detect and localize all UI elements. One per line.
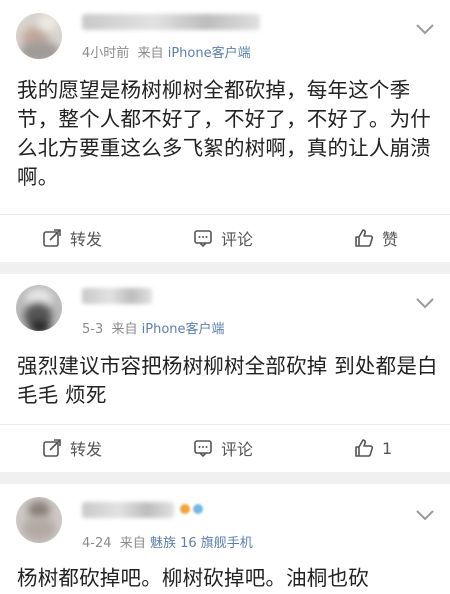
repost-label: 转发 [70, 440, 103, 459]
source-prefix: 来自 [119, 536, 146, 551]
comment-label: 评论 [221, 230, 254, 249]
repost-button[interactable]: 转发 [42, 218, 102, 258]
divider [0, 214, 450, 215]
comment-label: 评论 [221, 440, 254, 459]
action-bar: 转发 评论 赞 [0, 218, 450, 258]
chevron-down-icon[interactable] [414, 508, 436, 522]
like-count: 1 [382, 438, 393, 458]
post-time: 4-24 [82, 536, 112, 551]
avatar[interactable] [16, 285, 62, 331]
comment-button[interactable]: 评论 [193, 428, 253, 468]
like-button[interactable]: 赞 [354, 218, 398, 258]
username-blurred[interactable] [82, 288, 152, 304]
comment-button[interactable]: 评论 [193, 218, 253, 258]
avatar[interactable] [16, 13, 62, 59]
divider [0, 424, 450, 425]
comment-text: 我的愿望是杨树柳树全都砍掉，每年这个季节，整个人都不好了，不好了，不好了。为什么… [17, 78, 431, 189]
comment-icon [194, 440, 212, 458]
comment-card: 4-24 来自 魅族 16 旗舰手机 杨树都砍掉吧。柳树砍掉吧。油桐也砍 [0, 484, 450, 594]
like-icon [355, 229, 374, 247]
post-time: 5-3 [82, 322, 104, 337]
username-blurred[interactable] [82, 502, 174, 518]
source-prefix: 来自 [111, 322, 138, 337]
post-meta: 5-3 来自 iPhone客户端 [82, 318, 225, 337]
repost-button[interactable]: 转发 [42, 428, 102, 468]
username-blurred[interactable] [82, 14, 260, 30]
post-meta: 4小时前 来自 iPhone客户端 [82, 42, 251, 61]
repost-icon [43, 229, 61, 247]
post-time: 4小时前 [82, 46, 130, 61]
action-bar: 转发 评论 1 [0, 428, 450, 468]
chevron-down-icon[interactable] [414, 296, 436, 310]
repost-icon [43, 439, 61, 457]
comment-card: 4小时前 来自 iPhone客户端 我的愿望是杨树柳树全都砍掉，每年这个季节，整… [0, 0, 450, 262]
source-link[interactable]: iPhone客户端 [168, 46, 251, 61]
source-link[interactable]: 魅族 16 旗舰手机 [150, 536, 253, 551]
badge-icon [193, 504, 203, 514]
repost-label: 转发 [70, 230, 103, 249]
comment-card: 5-3 来自 iPhone客户端 强烈建议市容把杨树柳树全部砍掉 到处都是白毛毛… [0, 274, 450, 472]
chevron-down-icon[interactable] [414, 22, 436, 36]
source-link[interactable]: iPhone客户端 [142, 322, 225, 337]
like-button[interactable]: 1 [354, 428, 392, 468]
comment-text: 强烈建议市容把杨树柳树全部砍掉 到处都是白毛毛 烦死 [17, 354, 438, 407]
card-separator [0, 472, 450, 484]
comment-text: 杨树都砍掉吧。柳树砍掉吧。油桐也砍 [17, 566, 369, 590]
card-separator [0, 262, 450, 274]
post-meta: 4-24 来自 魅族 16 旗舰手机 [82, 532, 253, 551]
comment-icon [194, 230, 212, 248]
like-icon [355, 439, 374, 457]
comment-feed: 4小时前 来自 iPhone客户端 我的愿望是杨树柳树全都砍掉，每年这个季节，整… [0, 0, 450, 594]
badge-icon [180, 504, 190, 514]
source-prefix: 来自 [137, 46, 164, 61]
avatar[interactable] [16, 497, 62, 543]
like-label: 赞 [382, 230, 399, 249]
